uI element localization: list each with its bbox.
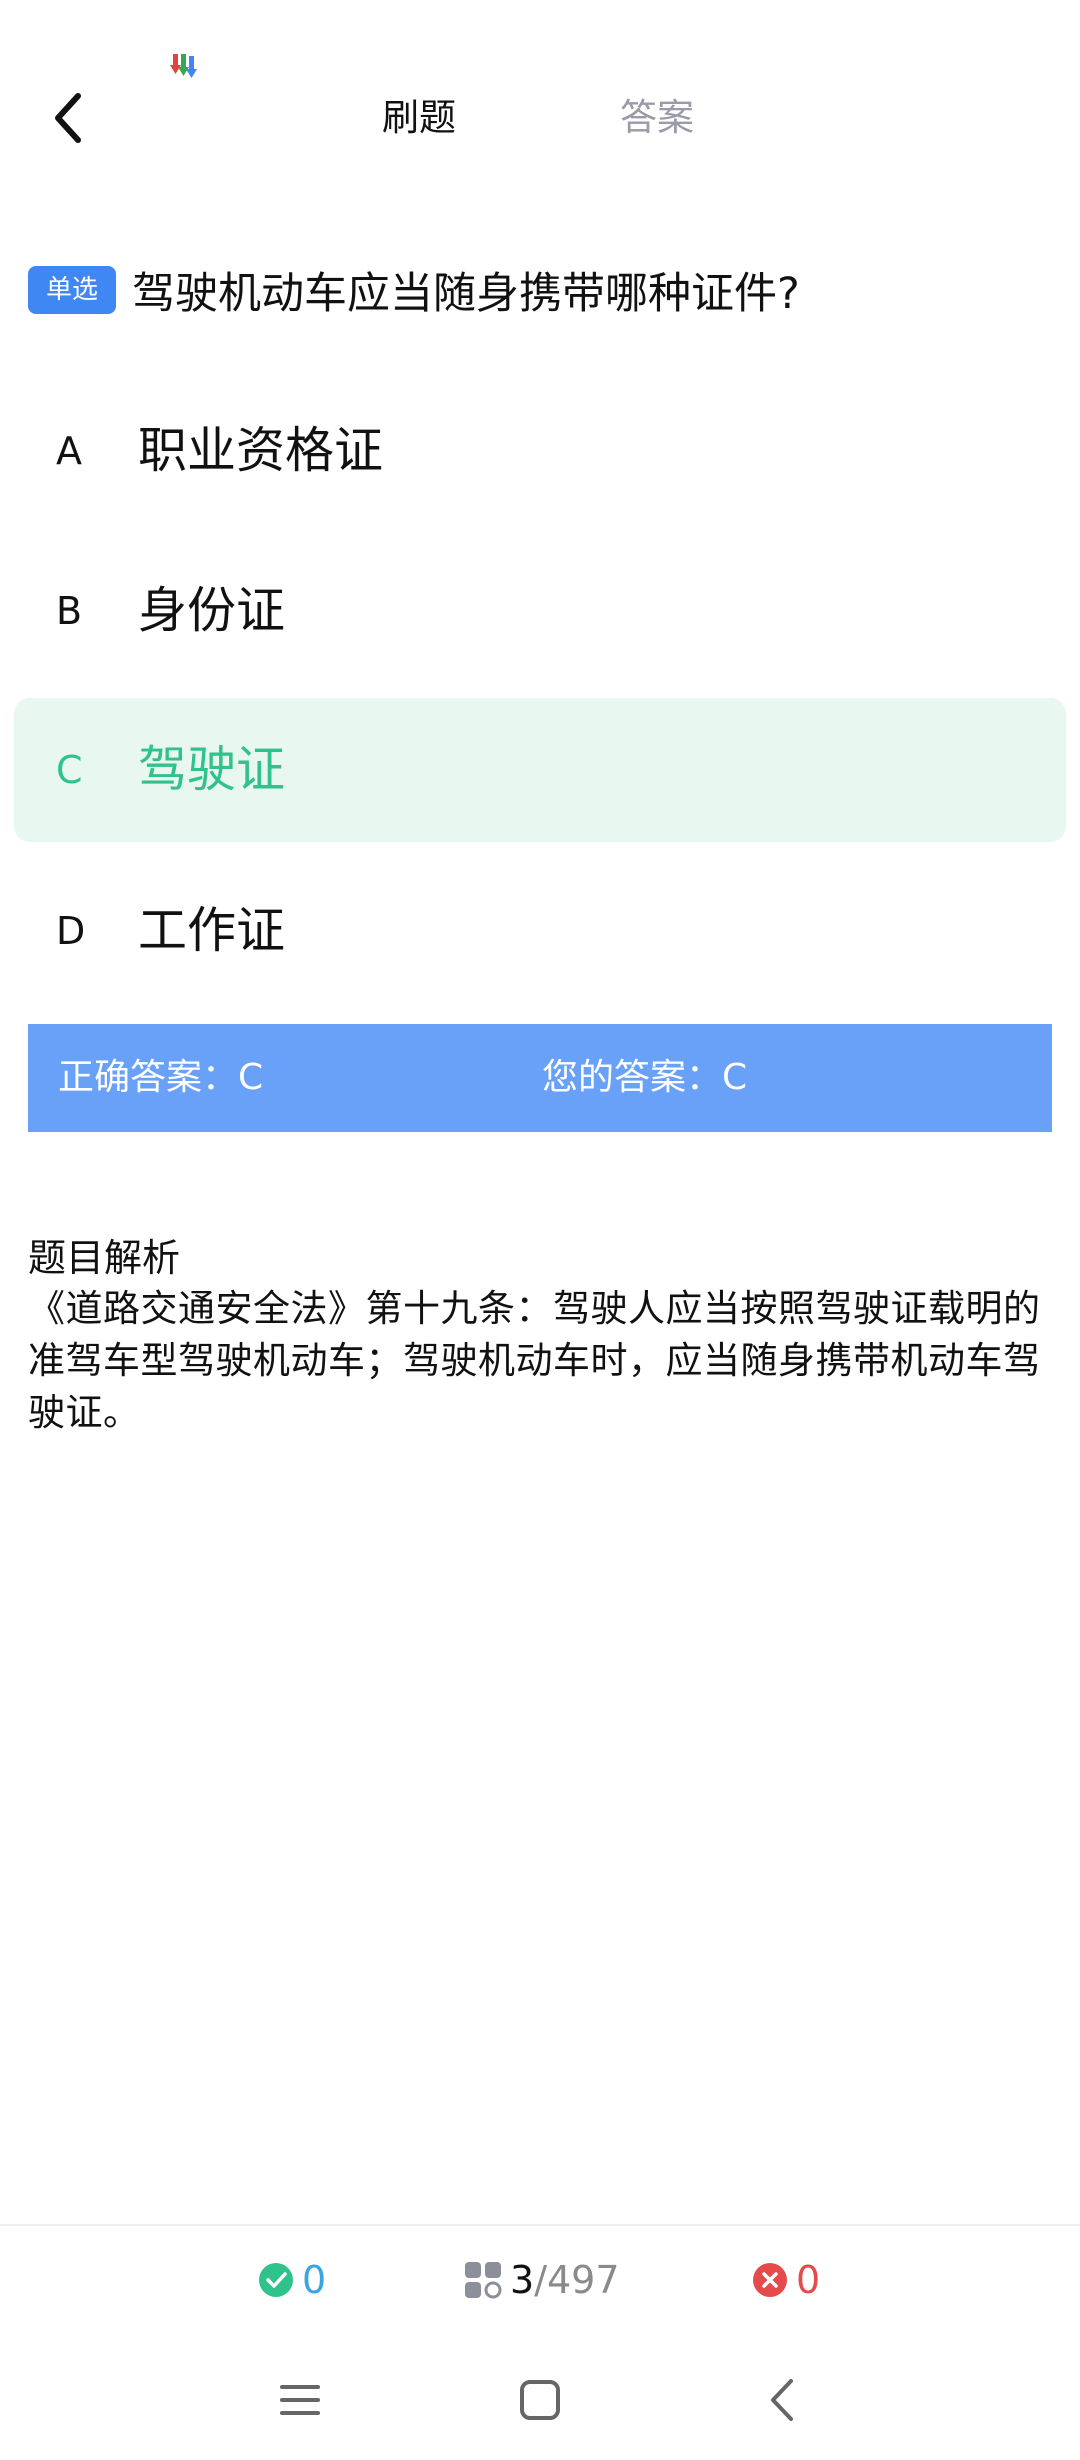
option-letter: B xyxy=(56,589,83,633)
option-a[interactable]: A 职业资格证 xyxy=(14,379,1066,523)
home-square-icon xyxy=(520,2380,560,2420)
option-text: 职业资格证 xyxy=(138,422,384,479)
wrong-count-stat[interactable]: 0 xyxy=(752,2250,820,2310)
option-text: 驾驶证 xyxy=(138,741,286,798)
close-circle-icon xyxy=(753,2263,787,2297)
option-letter: A xyxy=(56,429,82,473)
grid-icon xyxy=(465,2262,502,2299)
question-type-badge: 单选 xyxy=(28,266,116,314)
option-text: 工作证 xyxy=(138,902,286,959)
tab-answer[interactable]: 答案 xyxy=(620,90,694,146)
system-menu-button[interactable] xyxy=(270,2360,330,2440)
option-letter: C xyxy=(56,748,83,792)
option-d[interactable]: D 工作证 xyxy=(14,859,1066,1003)
correct-answer-text: 正确答案：C xyxy=(58,1057,264,1098)
progress-stat[interactable]: 3 /497 xyxy=(464,2250,620,2310)
back-button[interactable] xyxy=(40,82,96,154)
system-back-button[interactable] xyxy=(752,2360,812,2440)
wrong-count: 0 xyxy=(796,2258,821,2302)
option-b[interactable]: B 身份证 xyxy=(14,539,1066,683)
answer-bar: 正确答案：C 您的答案：C xyxy=(28,1024,1052,1132)
option-letter: D xyxy=(56,909,86,953)
explanation-title: 题目解析 xyxy=(28,1236,181,1280)
explanation-body: 《道路交通安全法》第十九条：驾驶人应当按照驾驶证载明的准驾车型驾驶机动车；驾驶机… xyxy=(28,1287,1041,1434)
system-home-button[interactable] xyxy=(510,2360,570,2440)
tab-practice[interactable]: 刷题 xyxy=(382,90,456,146)
chevron-left-icon xyxy=(55,93,81,143)
back-chevron-icon xyxy=(771,2379,793,2421)
menu-icon xyxy=(280,2385,320,2415)
question-text: 驾驶机动车应当随身携带哪种证件? xyxy=(132,269,800,319)
bottom-divider xyxy=(0,2224,1080,2226)
download-status-icon xyxy=(170,52,204,82)
progress-current: 3 xyxy=(510,2258,535,2302)
option-text: 身份证 xyxy=(138,582,286,639)
progress-total: /497 xyxy=(534,2258,620,2302)
check-circle-icon xyxy=(259,2263,293,2297)
correct-count-stat[interactable]: 0 xyxy=(258,2250,326,2310)
your-answer-text: 您的答案：C xyxy=(542,1057,748,1098)
option-c[interactable]: C 驾驶证 xyxy=(14,698,1066,842)
correct-count: 0 xyxy=(302,2258,327,2302)
